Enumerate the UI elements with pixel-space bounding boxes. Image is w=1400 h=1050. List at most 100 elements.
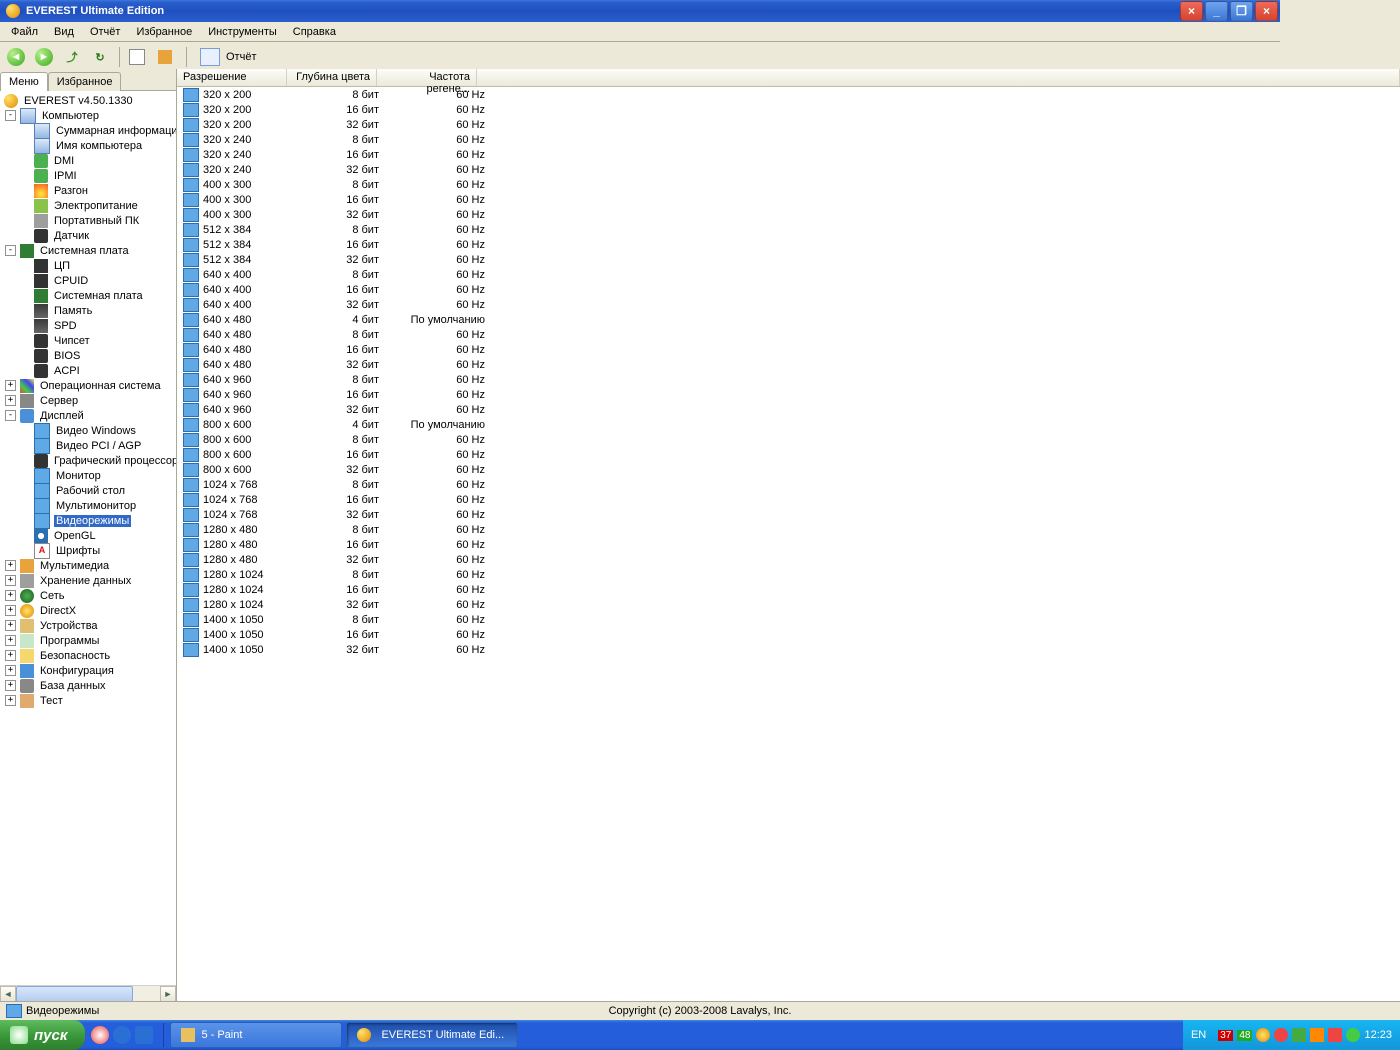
tree-item[interactable]: -Дисплей xyxy=(0,408,176,423)
tree-item[interactable]: +Сервер xyxy=(0,393,176,408)
tree-item[interactable]: Видео Windows xyxy=(0,423,176,438)
task-everest[interactable]: EVEREST Ultimate Edi... xyxy=(346,1022,518,1048)
tree-item[interactable]: Датчик xyxy=(0,228,176,243)
tree-item[interactable]: BIOS xyxy=(0,348,176,363)
nav-tree[interactable]: EVEREST v4.50.1330-КомпьютерСуммарная ин… xyxy=(0,91,176,985)
ql-icon-3[interactable] xyxy=(135,1026,153,1044)
clock[interactable]: 12:23 xyxy=(1364,1029,1392,1041)
tree-item[interactable]: Графический процессор xyxy=(0,453,176,468)
col-resolution[interactable]: Разрешение xyxy=(177,69,287,86)
expand-toggle[interactable]: + xyxy=(5,380,16,391)
tree-item[interactable]: Память xyxy=(0,303,176,318)
alt-close-button[interactable]: × xyxy=(1180,1,1203,21)
tree-item[interactable]: +Безопасность xyxy=(0,648,176,663)
ql-icon-2[interactable] xyxy=(113,1026,131,1044)
data-rows[interactable]: 320 x 2008 бит60 Hz320 x 20016 бит60 Hz 3… xyxy=(177,87,1400,1002)
toolbar-btn-2[interactable] xyxy=(155,45,179,69)
expand-toggle[interactable]: - xyxy=(5,110,16,121)
badge-2[interactable]: 48 xyxy=(1237,1030,1252,1041)
list-item[interactable]: 400 x 30016 бит60 Hz xyxy=(177,192,1400,207)
list-item[interactable]: 1400 x 105016 бит60 Hz xyxy=(177,627,1400,642)
tree-item[interactable]: +DirectX xyxy=(0,603,176,618)
menu-favorites[interactable]: Избранное xyxy=(129,24,199,40)
lang-indicator[interactable]: EN xyxy=(1191,1029,1206,1041)
tree-item[interactable]: Видео PCI / AGP xyxy=(0,438,176,453)
toolbar-btn-1[interactable] xyxy=(127,45,151,69)
tree-item[interactable]: Системная плата xyxy=(0,288,176,303)
minimize-button[interactable]: _ xyxy=(1205,1,1228,21)
tree-item[interactable]: Разгон xyxy=(0,183,176,198)
list-item[interactable]: 1280 x 102416 бит60 Hz xyxy=(177,582,1400,597)
column-header[interactable]: Разрешение Глубина цвета Частота регене.… xyxy=(177,69,1400,87)
tray-icon[interactable] xyxy=(1328,1028,1342,1042)
list-item[interactable]: 400 x 3008 бит60 Hz xyxy=(177,177,1400,192)
tree-item[interactable]: -Компьютер xyxy=(0,108,176,123)
scroll-left[interactable]: ◄ xyxy=(0,986,16,1002)
tree-item[interactable]: Монитор xyxy=(0,468,176,483)
expand-toggle[interactable]: + xyxy=(5,605,16,616)
list-item[interactable]: 640 x 48032 бит60 Hz xyxy=(177,357,1400,372)
tree-item[interactable]: Чипсет xyxy=(0,333,176,348)
tree-item[interactable]: +Мультимедиа xyxy=(0,558,176,573)
expand-toggle[interactable]: + xyxy=(5,560,16,571)
list-item[interactable]: 640 x 40016 бит60 Hz xyxy=(177,282,1400,297)
tree-item[interactable]: +Тест xyxy=(0,693,176,708)
list-item[interactable]: 640 x 4804 битПо умолчанию xyxy=(177,312,1400,327)
list-item[interactable]: 1024 x 76832 бит60 Hz xyxy=(177,507,1400,522)
tree-item[interactable]: AШрифты xyxy=(0,543,176,558)
expand-toggle[interactable]: + xyxy=(5,695,16,706)
list-item[interactable]: 320 x 20016 бит60 Hz xyxy=(177,102,1400,117)
tree-item[interactable]: -Системная плата xyxy=(0,243,176,258)
menu-help[interactable]: Справка xyxy=(286,24,343,40)
list-item[interactable]: 640 x 96016 бит60 Hz xyxy=(177,387,1400,402)
scroll-thumb[interactable] xyxy=(16,986,133,1002)
badge-1[interactable]: 37 xyxy=(1218,1030,1233,1041)
tree-item[interactable]: Портативный ПК xyxy=(0,213,176,228)
h-scrollbar[interactable]: ◄ ► xyxy=(0,985,176,1002)
list-item[interactable]: 640 x 4808 бит60 Hz xyxy=(177,327,1400,342)
menu-view[interactable]: Вид xyxy=(47,24,81,40)
expand-toggle[interactable]: + xyxy=(5,395,16,406)
list-item[interactable]: 512 x 38432 бит60 Hz xyxy=(177,252,1400,267)
expand-toggle[interactable]: + xyxy=(5,575,16,586)
list-item[interactable]: 1400 x 105032 бит60 Hz xyxy=(177,642,1400,657)
menu-tools[interactable]: Инструменты xyxy=(201,24,284,40)
tray-icon[interactable] xyxy=(1256,1028,1270,1042)
tree-item[interactable]: Электропитание xyxy=(0,198,176,213)
list-item[interactable]: 400 x 30032 бит60 Hz xyxy=(177,207,1400,222)
tree-item[interactable]: Суммарная информация xyxy=(0,123,176,138)
tree-item[interactable]: IPMI xyxy=(0,168,176,183)
expand-toggle[interactable]: - xyxy=(5,410,16,421)
col-depth[interactable]: Глубина цвета xyxy=(287,69,377,86)
tree-item[interactable]: OpenGL xyxy=(0,528,176,543)
tray-icon[interactable] xyxy=(1310,1028,1324,1042)
tree-item[interactable]: Рабочий стол xyxy=(0,483,176,498)
nav-back-button[interactable]: ◄ xyxy=(4,45,28,69)
tree-item[interactable]: +Хранение данных xyxy=(0,573,176,588)
list-item[interactable]: 1280 x 48032 бит60 Hz xyxy=(177,552,1400,567)
tree-item[interactable]: +Устройства xyxy=(0,618,176,633)
tray-icon[interactable] xyxy=(1346,1028,1360,1042)
col-refresh[interactable]: Частота регене... xyxy=(377,69,477,86)
list-item[interactable]: 320 x 24032 бит60 Hz xyxy=(177,162,1400,177)
list-item[interactable]: 640 x 48016 бит60 Hz xyxy=(177,342,1400,357)
menu-report[interactable]: Отчёт xyxy=(83,24,127,40)
list-item[interactable]: 320 x 2008 бит60 Hz xyxy=(177,87,1400,102)
expand-toggle[interactable]: - xyxy=(5,245,16,256)
list-item[interactable]: 1024 x 7688 бит60 Hz xyxy=(177,477,1400,492)
menu-file[interactable]: Файл xyxy=(4,24,45,40)
tab-menu[interactable]: Меню xyxy=(0,72,48,91)
tree-item[interactable]: ЦП xyxy=(0,258,176,273)
tree-item[interactable]: +Программы xyxy=(0,633,176,648)
nav-up-button[interactable]: ⤴ xyxy=(60,45,84,69)
tree-item[interactable]: DMI xyxy=(0,153,176,168)
tree-item[interactable]: EVEREST v4.50.1330 xyxy=(0,93,176,108)
list-item[interactable]: 512 x 38416 бит60 Hz xyxy=(177,237,1400,252)
list-item[interactable]: 640 x 96032 бит60 Hz xyxy=(177,402,1400,417)
scroll-right[interactable]: ► xyxy=(160,986,176,1002)
system-tray[interactable]: EN 37 48 12:23 xyxy=(1183,1020,1400,1050)
tree-item[interactable]: CPUID xyxy=(0,273,176,288)
list-item[interactable]: 800 x 60016 бит60 Hz xyxy=(177,447,1400,462)
close-button[interactable]: × xyxy=(1255,1,1278,21)
expand-toggle[interactable]: + xyxy=(5,590,16,601)
